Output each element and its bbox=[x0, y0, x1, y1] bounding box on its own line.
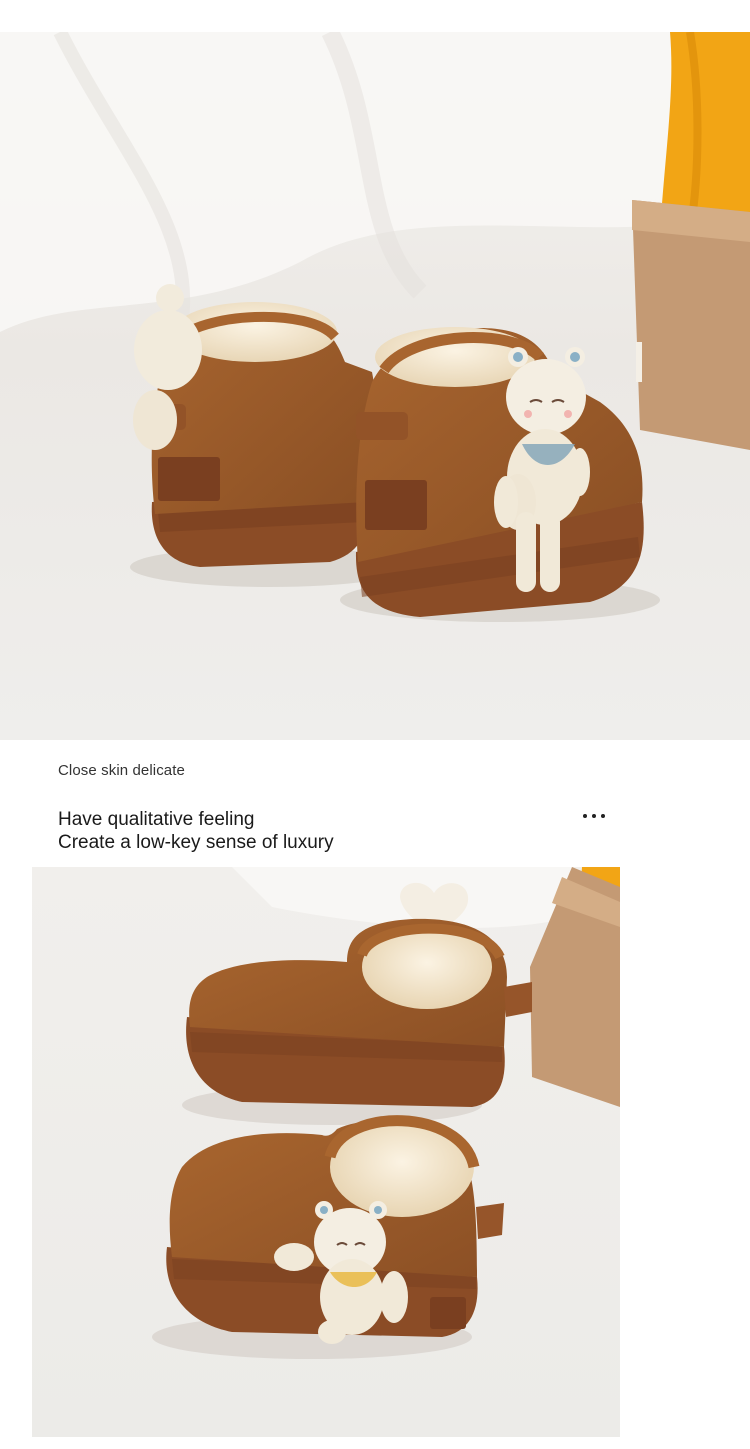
caption-subtitle: Close skin delicate bbox=[58, 762, 185, 779]
product-photo-rear bbox=[0, 32, 750, 740]
boot-bottom bbox=[166, 1115, 504, 1344]
headline-line-1: Have qualitative feeling bbox=[58, 809, 255, 830]
more-dots-icon bbox=[583, 814, 605, 818]
headline: Have qualitative feeling Create a low-ke… bbox=[58, 808, 334, 854]
product-photo-side bbox=[32, 867, 620, 1437]
headline-line-2: Create a low-key sense of luxury bbox=[58, 832, 334, 853]
